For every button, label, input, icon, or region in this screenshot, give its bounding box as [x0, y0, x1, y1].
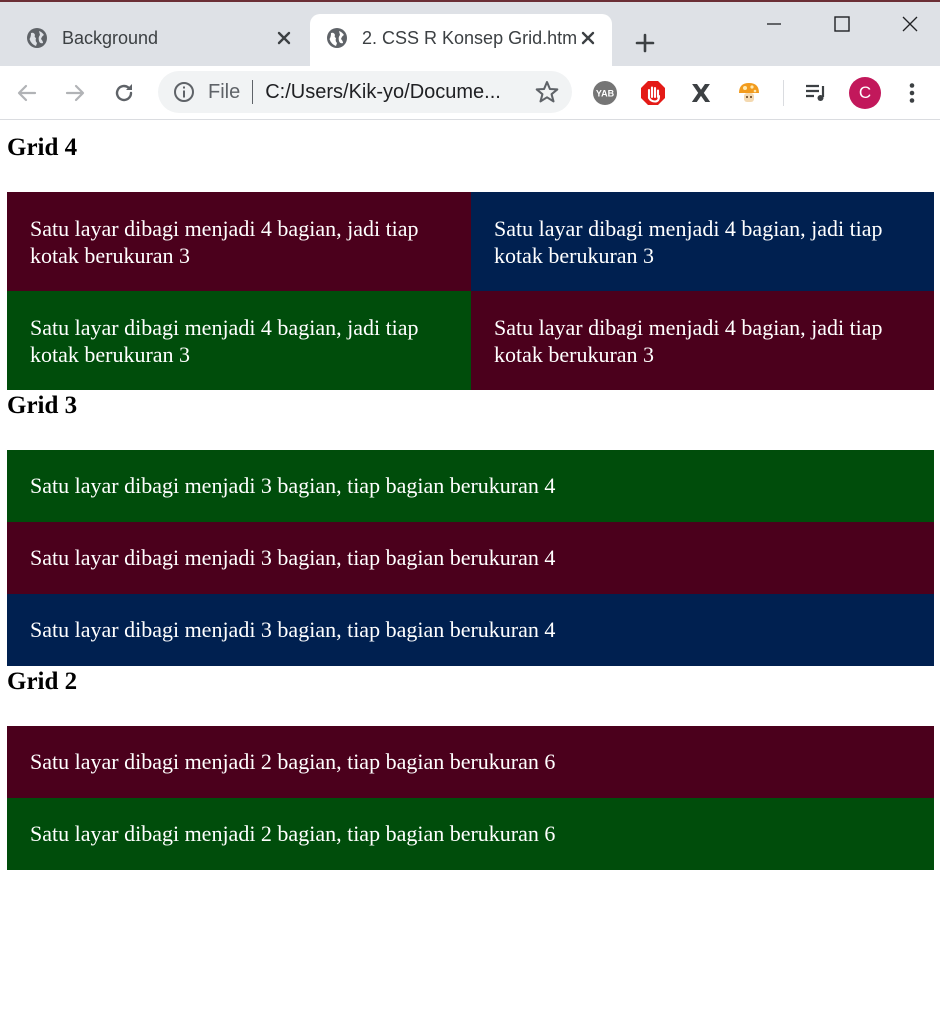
extension-adblock[interactable] — [638, 78, 668, 108]
back-icon — [17, 84, 37, 102]
grid-2-container: Satu layar dibagi menjadi 2 bagian, tiap… — [7, 726, 934, 870]
grid-4-container: Satu layar dibagi menjadi 4 bagian, jadi… — [7, 192, 934, 390]
grid-4-box-2: Satu layar dibagi menjadi 4 bagian, jadi… — [471, 192, 934, 291]
browser-toolbar: File C:/Users/Kik-yo/Docume... YAB X C — [0, 66, 940, 120]
forward-button[interactable] — [58, 76, 92, 110]
extension-mushroom[interactable] — [734, 78, 764, 108]
tab-title: 2. CSS R Konsep Grid.html — [362, 27, 576, 48]
close-icon[interactable] — [272, 26, 296, 50]
extension-yab[interactable]: YAB — [590, 78, 620, 108]
back-button[interactable] — [10, 76, 44, 110]
minimize-button[interactable] — [740, 4, 808, 44]
tab-title: Background — [62, 27, 159, 48]
more-vert-icon — [909, 83, 915, 103]
grid-3-container: Satu layar dibagi menjadi 3 bagian, tiap… — [7, 450, 934, 666]
heading-grid-3: Grid 3 — [7, 392, 78, 419]
grid-4-box-3: Satu layar dibagi menjadi 4 bagian, jadi… — [7, 291, 471, 390]
profile-avatar[interactable]: C — [849, 77, 881, 109]
address-bar[interactable]: File C:/Users/Kik-yo/Docume... — [158, 71, 572, 113]
heading-grid-4: Grid 4 — [7, 134, 78, 161]
grid-3-box-2: Satu layar dibagi menjadi 3 bagian, tiap… — [7, 522, 934, 594]
grid-3-box-3: Satu layar dibagi menjadi 3 bagian, tiap… — [7, 594, 934, 666]
reload-button[interactable] — [107, 76, 141, 110]
globe-icon — [27, 28, 47, 48]
info-icon[interactable] — [172, 80, 196, 104]
toolbar-divider — [783, 80, 784, 106]
tab-strip: Background 2. CSS R Konsep Grid.html — [0, 0, 940, 68]
address-url[interactable]: C:/Users/Kik-yo/Docume... — [265, 81, 513, 104]
grid-4-box-1: Satu layar dibagi menjadi 4 bagian, jadi… — [7, 192, 471, 291]
yab-icon: YAB — [593, 81, 617, 105]
media-control-icon — [806, 84, 825, 101]
window-close-button[interactable] — [876, 4, 940, 44]
address-scheme: File — [208, 80, 241, 103]
grid-4-box-4: Satu layar dibagi menjadi 4 bagian, jadi… — [471, 291, 934, 390]
minimize-icon — [767, 23, 781, 25]
grid-3-box-1: Satu layar dibagi menjadi 3 bagian, tiap… — [7, 450, 934, 522]
svg-text:YAB: YAB — [596, 89, 615, 99]
svg-text:X: X — [691, 80, 710, 106]
stop-hand-icon — [641, 81, 665, 105]
plus-icon — [635, 33, 655, 53]
maximize-icon — [834, 16, 850, 32]
tab-active[interactable]: 2. CSS R Konsep Grid.html — [310, 14, 612, 68]
address-separator — [252, 80, 254, 104]
close-icon[interactable] — [576, 26, 600, 50]
x-extension-icon: X — [691, 80, 710, 106]
tab-background[interactable]: Background — [10, 14, 308, 68]
page-viewport: Grid 4 Satu layar dibagi menjadi 4 bagia… — [0, 120, 940, 1012]
mushroom-icon — [739, 83, 759, 102]
more-menu-button[interactable] — [897, 78, 927, 108]
media-control-button[interactable] — [801, 78, 831, 108]
grid-2-box-2: Satu layar dibagi menjadi 2 bagian, tiap… — [7, 798, 934, 870]
heading-grid-2: Grid 2 — [7, 668, 78, 695]
reload-icon — [115, 84, 133, 102]
window-close-icon — [902, 16, 918, 32]
globe-icon — [327, 28, 347, 48]
extension-x[interactable]: X — [686, 78, 716, 108]
new-tab-button[interactable] — [628, 26, 662, 60]
maximize-button[interactable] — [808, 4, 876, 44]
grid-2-box-1: Satu layar dibagi menjadi 2 bagian, tiap… — [7, 726, 934, 798]
forward-icon — [65, 84, 85, 102]
star-icon[interactable] — [534, 79, 560, 105]
